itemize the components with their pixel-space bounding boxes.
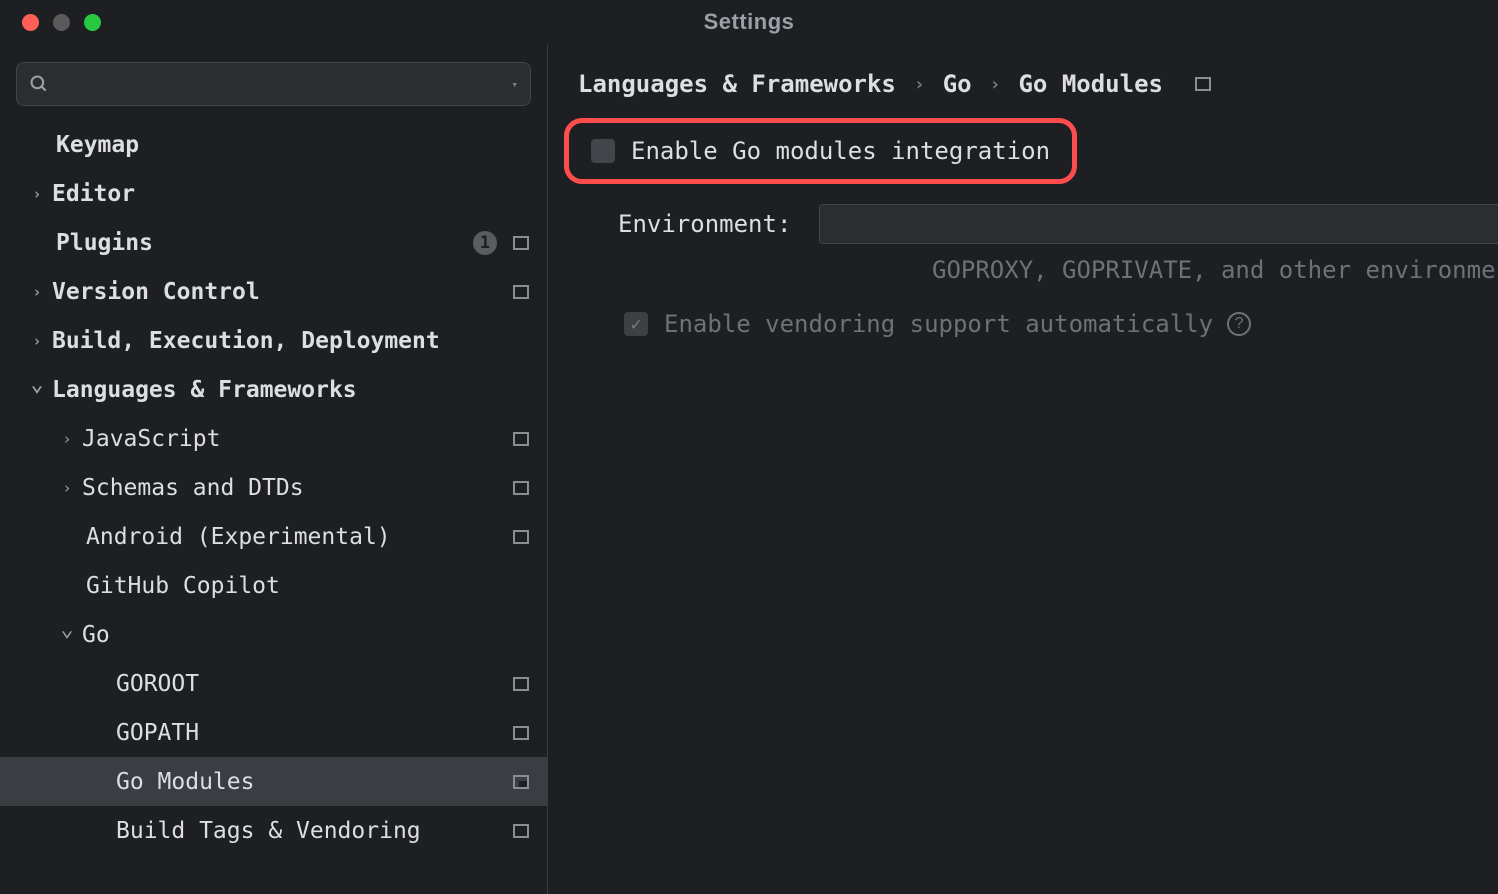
settings-content: Languages & Frameworks › Go › Go Modules…: [548, 44, 1498, 894]
tree-item[interactable]: ⌄Languages & Frameworks: [0, 365, 547, 414]
tree-item-label: JavaScript: [82, 426, 509, 452]
window-title: Settings: [704, 9, 795, 35]
chevron-right-icon[interactable]: ›: [28, 283, 46, 301]
scope-icon: [513, 236, 529, 250]
count-badge: 1: [473, 231, 497, 255]
scope-icon: [513, 481, 529, 495]
tree-item[interactable]: Android (Experimental): [0, 512, 547, 561]
scope-icon: [513, 432, 529, 446]
tree-item[interactable]: ⌄Go: [0, 610, 547, 659]
vendoring-row: Enable vendoring support automatically ?: [548, 304, 1498, 338]
tree-item[interactable]: Build Tags & Vendoring: [0, 806, 547, 855]
tree-item[interactable]: › Build, Execution, Deployment: [0, 316, 547, 365]
search-dropdown-icon[interactable]: ▾: [511, 78, 518, 91]
enable-go-modules-checkbox[interactable]: [591, 139, 615, 163]
highlighted-option: Enable Go modules integration: [564, 118, 1077, 184]
breadcrumb-part[interactable]: Go: [943, 70, 972, 98]
search-icon: [29, 74, 49, 94]
tree-item[interactable]: › Schemas and DTDs: [0, 463, 547, 512]
tree-item-label: Go: [82, 622, 535, 648]
tree-item[interactable]: › Editor: [0, 169, 547, 218]
environment-row: Environment:: [548, 194, 1498, 250]
tree-item[interactable]: › JavaScript: [0, 414, 547, 463]
maximize-window-button[interactable]: [84, 14, 101, 31]
window-controls: [0, 14, 101, 31]
search-input[interactable]: [55, 74, 511, 95]
tree-item-label: GOPATH: [116, 720, 509, 746]
scope-icon: [513, 285, 529, 299]
chevron-down-icon[interactable]: ⌄: [58, 617, 76, 642]
chevron-right-icon: ›: [990, 74, 1001, 95]
tree-item-label: Schemas and DTDs: [82, 475, 509, 501]
tree-item-label: Keymap: [56, 132, 535, 158]
enable-vendoring-checkbox[interactable]: [624, 312, 648, 336]
minimize-window-button[interactable]: [53, 14, 70, 31]
tree-item-label: Editor: [52, 181, 535, 207]
settings-sidebar: ▾ Keymap›EditorPlugins1›Version Control›…: [0, 44, 548, 894]
chevron-down-icon[interactable]: ⌄: [28, 372, 46, 397]
close-window-button[interactable]: [22, 14, 39, 31]
tree-item-label: GitHub Copilot: [86, 573, 535, 599]
tree-item-label: Languages & Frameworks: [52, 377, 535, 403]
tree-item[interactable]: Plugins1: [0, 218, 547, 267]
environment-label: Environment:: [618, 210, 791, 238]
titlebar: Settings: [0, 0, 1498, 44]
settings-tree: Keymap › Editor Plugins1 › Version Control › Bu…: [0, 120, 547, 894]
tree-item-label: Plugins: [56, 230, 473, 256]
enable-go-modules-label: Enable Go modules integration: [631, 137, 1050, 165]
tree-item-label: Build, Execution, Deployment: [52, 328, 535, 354]
tree-item-label: Version Control: [52, 279, 509, 305]
chevron-right-icon: ›: [914, 74, 925, 95]
tree-item[interactable]: Go Modules: [0, 757, 547, 806]
scope-icon: [513, 677, 529, 691]
tree-item[interactable]: Keymap: [0, 120, 547, 169]
chevron-right-icon[interactable]: ›: [58, 479, 76, 497]
scope-icon: [513, 824, 529, 838]
environment-hint: GOPROXY, GOPRIVATE, and other environme: [548, 250, 1498, 304]
breadcrumb: Languages & Frameworks › Go › Go Modules: [548, 44, 1498, 116]
scope-icon: [513, 530, 529, 544]
tree-item[interactable]: › Version Control: [0, 267, 547, 316]
tree-item-label: Android (Experimental): [86, 524, 509, 550]
scope-icon: [1195, 77, 1211, 91]
breadcrumb-part: Go Modules: [1018, 70, 1163, 98]
environment-input[interactable]: [819, 204, 1498, 244]
tree-item-label: Go Modules: [116, 769, 509, 795]
enable-vendoring-label: Enable vendoring support automatically: [664, 310, 1213, 338]
scope-icon: [513, 775, 529, 789]
tree-item[interactable]: GitHub Copilot: [0, 561, 547, 610]
tree-item[interactable]: GOROOT: [0, 659, 547, 708]
tree-item[interactable]: GOPATH: [0, 708, 547, 757]
settings-search-box[interactable]: ▾: [16, 62, 531, 106]
breadcrumb-part[interactable]: Languages & Frameworks: [578, 70, 896, 98]
chevron-right-icon[interactable]: ›: [28, 332, 46, 350]
tree-item-label: Build Tags & Vendoring: [116, 818, 509, 844]
help-icon[interactable]: ?: [1227, 312, 1251, 336]
tree-item-label: GOROOT: [116, 671, 509, 697]
scope-icon: [513, 726, 529, 740]
chevron-right-icon[interactable]: ›: [28, 185, 46, 203]
chevron-right-icon[interactable]: ›: [58, 430, 76, 448]
